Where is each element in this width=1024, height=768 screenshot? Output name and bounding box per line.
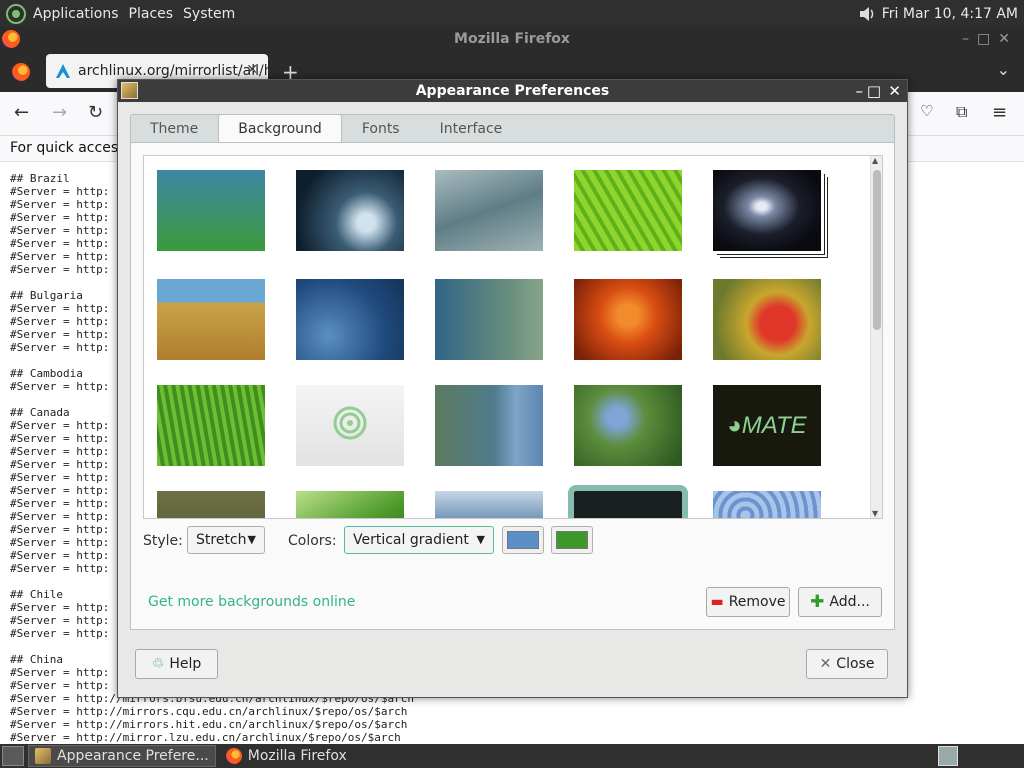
dialog-titlebar: Appearance Preferences – □ ✕ (118, 80, 907, 102)
help-button-label: Help (169, 656, 202, 672)
chevron-down-icon: ▼ (247, 533, 256, 546)
firefox-icon (2, 30, 20, 48)
extensions-icon[interactable]: ⧉ (956, 102, 967, 122)
workspace-switcher[interactable] (938, 746, 958, 766)
firefox-titlebar: Mozilla Firefox –□✕ (0, 27, 1024, 52)
wallpaper-grass-dune[interactable] (157, 279, 265, 360)
appearance-task-icon (35, 748, 51, 764)
tab-interface[interactable]: Interface (420, 114, 523, 143)
primary-color-button[interactable] (502, 526, 544, 554)
menu-places[interactable]: Places (124, 6, 179, 22)
volume-icon[interactable] (858, 5, 876, 23)
wallpaper-bluebells[interactable] (574, 385, 682, 466)
add-button-label: Add... (829, 594, 870, 610)
task-firefox-label: Mozilla Firefox (247, 748, 347, 764)
appearance-dialog: Appearance Preferences – □ ✕ Theme Backg… (117, 79, 908, 698)
clock[interactable]: Fri Mar 10, 4:17 AM (882, 6, 1018, 22)
firefox-window-title: Mozilla Firefox (454, 31, 570, 47)
wallpaper-green-leaves[interactable] (296, 491, 404, 518)
maximize-icon[interactable]: □ (867, 80, 881, 102)
show-desktop-icon[interactable] (2, 746, 24, 766)
close-button-icon: ✕ (819, 656, 832, 672)
reload-icon[interactable]: ↻ (88, 102, 103, 123)
appearance-app-icon (121, 82, 138, 99)
task-appearance[interactable]: Appearance Prefere... (28, 745, 216, 767)
secondary-color-swatch (556, 531, 588, 549)
primary-color-swatch (507, 531, 539, 549)
wallpaper-olive-texture[interactable] (157, 491, 265, 518)
wallpaper-mate-logo-dark[interactable]: ◕MATE (713, 385, 821, 466)
minimize-icon[interactable]: – (856, 80, 864, 102)
firefox-window-controls[interactable]: –□✕ (962, 27, 1018, 52)
wallpaper-blue-bubbles[interactable] (296, 279, 404, 360)
remove-icon: ▬ (710, 594, 724, 610)
dialog-title: Appearance Preferences (415, 83, 610, 99)
mate-logo-icon[interactable] (6, 3, 26, 24)
wallpaper-blue-green-dots[interactable] (435, 279, 543, 360)
archlinux-favicon-icon (56, 64, 70, 78)
wallpaper-red-flower[interactable] (713, 279, 821, 360)
add-icon: ✚ (810, 592, 825, 612)
help-icon: ♲ (151, 656, 165, 672)
forward-icon[interactable]: → (52, 102, 67, 123)
top-panel: Applications Places System Fri Mar 10, 4… (0, 0, 1024, 27)
mate-wordmark: ◕MATE (727, 411, 807, 439)
main-menu: Applications Places System (6, 3, 240, 24)
wallpaper-teal-abstract[interactable] (435, 170, 543, 251)
wallpaper-green-leaf[interactable] (574, 170, 682, 251)
tab-close-icon[interactable]: ✕ (246, 62, 258, 78)
scroll-down-icon[interactable]: ▼ (872, 509, 878, 518)
hamburger-menu-icon[interactable]: ≡ (992, 102, 1007, 123)
back-icon[interactable]: ← (14, 102, 29, 123)
menu-system[interactable]: System (178, 6, 240, 22)
tray: Fri Mar 10, 4:17 AM (858, 5, 1018, 23)
colors-label: Colors: (288, 533, 337, 549)
close-button-label: Close (836, 656, 875, 672)
wallpaper-grid: ◕MATE ▲ ▼ (143, 155, 883, 519)
add-button[interactable]: ✚ Add... (798, 587, 882, 617)
close-button[interactable]: ✕ Close (806, 649, 888, 679)
firefox-menu-icon[interactable] (12, 63, 30, 81)
firefox-task-icon (225, 748, 242, 764)
wallpaper-water-drop[interactable] (296, 170, 404, 251)
mate-logo-icon (333, 406, 367, 440)
task-appearance-label: Appearance Prefere... (57, 748, 209, 764)
wallpaper-scrollbar[interactable]: ▲ ▼ (870, 156, 882, 518)
remove-button-label: Remove (728, 594, 786, 610)
get-more-backgrounds-link[interactable]: Get more backgrounds online (148, 594, 355, 610)
scrollbar-thumb[interactable] (873, 170, 881, 330)
scroll-up-icon[interactable]: ▲ (872, 156, 878, 165)
chevron-down-icon: ▼ (476, 533, 485, 546)
style-select[interactable]: Stretch ▼ (187, 526, 265, 554)
secondary-color-button[interactable] (551, 526, 593, 554)
tab-theme[interactable]: Theme (130, 114, 218, 143)
wallpaper-blue-texture[interactable] (713, 491, 821, 518)
wallpaper-galaxy[interactable] (713, 170, 821, 251)
background-panel: ◕MATE ▲ ▼ Style: Stretch ▼ Colors: Verti… (130, 142, 895, 630)
wallpaper-blue-waves[interactable] (435, 491, 543, 518)
wallpaper-blue-green-gradient[interactable] (157, 170, 265, 251)
style-label: Style: (143, 533, 183, 549)
tabs: Theme Background Fonts Interface (130, 114, 523, 144)
style-select-value: Stretch (196, 532, 247, 548)
wallpaper-mate-logo-light[interactable] (296, 385, 404, 466)
help-button[interactable]: ♲ Help (135, 649, 218, 679)
colors-select[interactable]: Vertical gradient ▼ (344, 526, 494, 554)
task-firefox[interactable]: Mozilla Firefox (220, 745, 353, 767)
bottom-panel: Appearance Prefere... Mozilla Firefox (0, 744, 1024, 768)
wallpaper-orange-flower[interactable] (574, 279, 682, 360)
tab-list-chevron-icon[interactable]: ⌄ (997, 60, 1010, 79)
close-icon[interactable]: ✕ (888, 80, 901, 102)
menu-applications[interactable]: Applications (28, 6, 124, 22)
pocket-icon[interactable]: ♡ (920, 102, 933, 120)
colors-select-value: Vertical gradient (353, 532, 469, 548)
wallpaper-green-blue-waves[interactable] (435, 385, 543, 466)
tab-title: archlinux.org/mirrorlist/all/ht (78, 63, 268, 79)
wallpaper-solid-dark[interactable] (568, 485, 688, 518)
remove-button[interactable]: ▬ Remove (706, 587, 790, 617)
tab-background[interactable]: Background (218, 114, 342, 144)
wallpaper-green-grass[interactable] (157, 385, 265, 466)
tab-fonts[interactable]: Fonts (342, 114, 420, 143)
